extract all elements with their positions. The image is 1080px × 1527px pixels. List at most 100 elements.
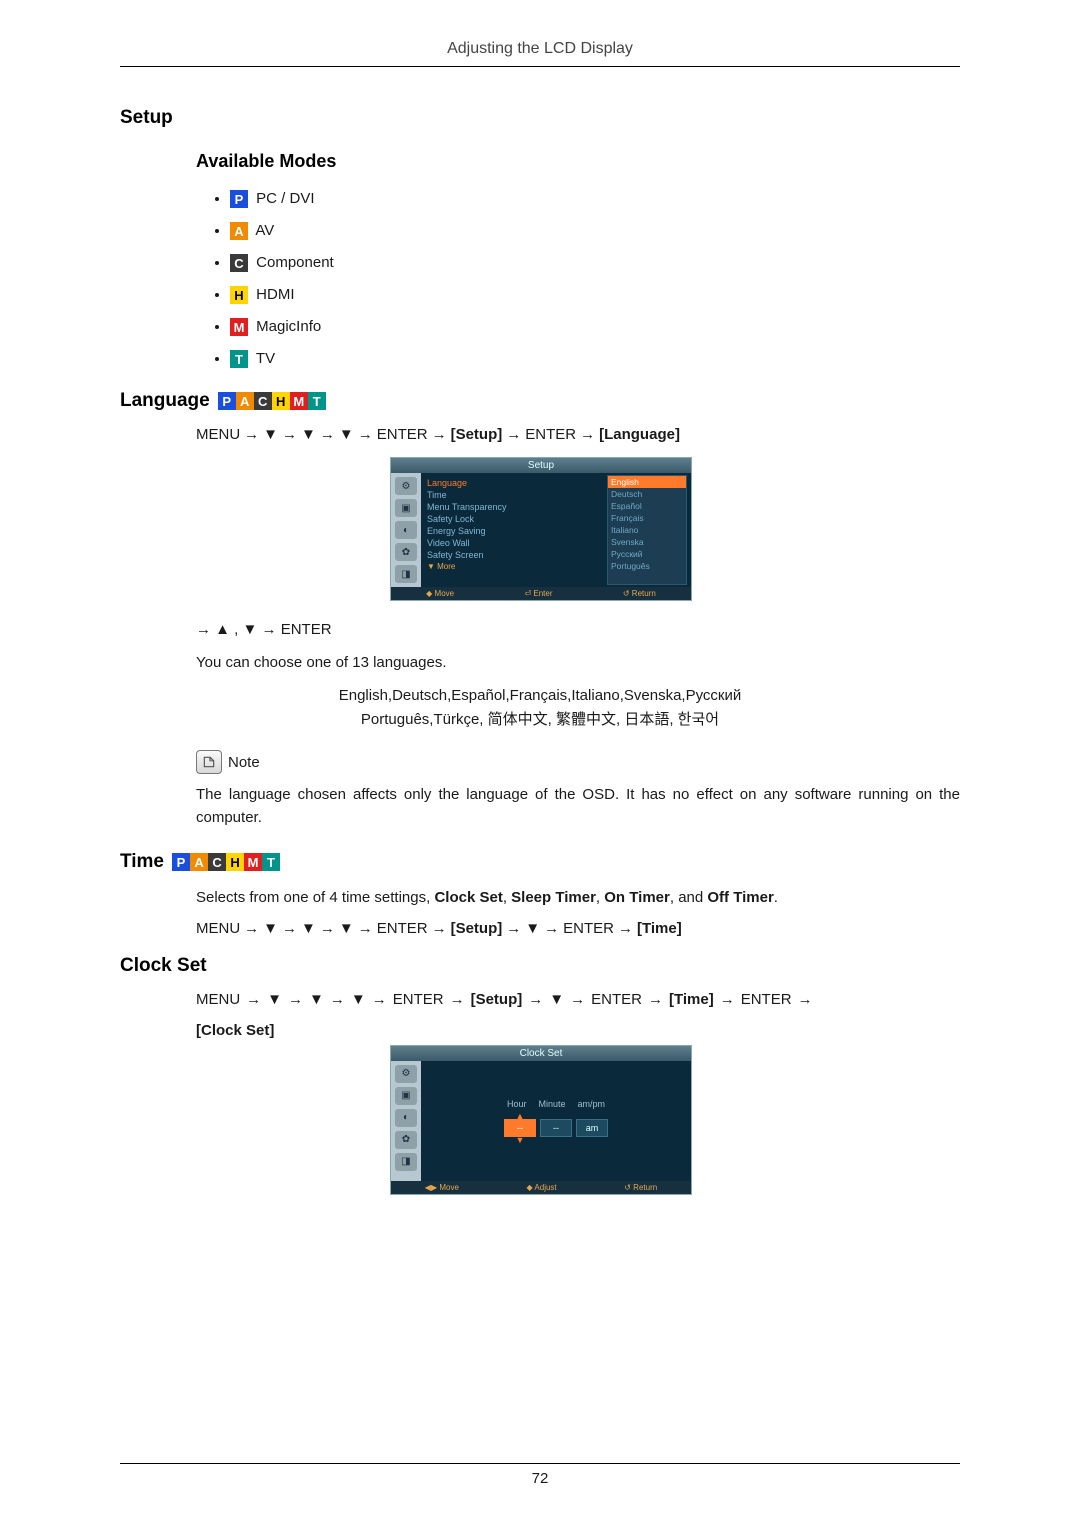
heading-setup: Setup bbox=[120, 107, 960, 129]
heading-language: Language P A C H M T bbox=[120, 390, 960, 412]
osd-lang-item: English bbox=[608, 476, 686, 488]
mode-item-magicinfo: M MagicInfo bbox=[230, 318, 960, 336]
arrow-icon: → bbox=[506, 920, 521, 937]
nav-enter: ENTER bbox=[741, 991, 792, 1008]
page-number: 72 bbox=[120, 1463, 960, 1487]
osd-footer-enter: ⏎ Enter bbox=[524, 589, 552, 598]
tile-t-icon: T bbox=[308, 392, 326, 410]
osd-sidebar-clock-icon: ◐ bbox=[395, 1109, 417, 1127]
arrow-icon: → bbox=[570, 991, 585, 1008]
osd-menu-list: Language Time Menu Transparency Safety L… bbox=[421, 473, 607, 587]
mode-item-tv: T TV bbox=[230, 350, 960, 368]
mode-item-component: C Component bbox=[230, 254, 960, 272]
heading-time: Time P A C H M T bbox=[120, 851, 960, 873]
arrow-icon: → bbox=[618, 920, 633, 937]
time-opt-offtimer: Off Timer bbox=[707, 889, 773, 906]
note-text: The language chosen affects only the lan… bbox=[196, 784, 960, 829]
mode-label-hdmi: HDMI bbox=[256, 286, 294, 303]
osd-lang-item: Español bbox=[608, 500, 686, 512]
clock-label-ampm: am/pm bbox=[578, 1099, 606, 1109]
nav-language-bracket: [Language] bbox=[599, 426, 680, 443]
tile-p-icon: P bbox=[172, 853, 190, 871]
arrow-icon: → bbox=[544, 920, 559, 937]
arrow-icon: → bbox=[450, 991, 465, 1008]
osd-lang-item: Français bbox=[608, 512, 686, 524]
arrow-icon: → bbox=[432, 920, 447, 937]
heading-time-text: Time bbox=[120, 851, 164, 873]
note-label: Note bbox=[228, 754, 260, 771]
osd-sidebar: ⚙ ▣ ◐ ✿ ◨ bbox=[391, 1061, 421, 1181]
mode-label-magicinfo: MagicInfo bbox=[256, 318, 321, 335]
osd-footer-return: ↺ Return bbox=[623, 589, 656, 598]
tile-h-icon: H bbox=[226, 853, 244, 871]
arrow-icon: → bbox=[320, 426, 335, 443]
osd-lang-item: Svenska bbox=[608, 536, 686, 548]
nav-line-time: MENU → ▼ → ▼ → ▼ → ENTER → [Setup] → ▼ →… bbox=[196, 920, 960, 937]
osd-menu-item: Language bbox=[425, 477, 603, 489]
osd-sidebar-gear-icon: ✿ bbox=[395, 1131, 417, 1149]
arrow-icon: → bbox=[282, 426, 297, 443]
time-opt-clockset: Clock Set bbox=[434, 889, 502, 906]
arrow-icon: → bbox=[320, 920, 335, 937]
nav-enter: ENTER bbox=[377, 426, 428, 443]
mode-tile-p-icon: P bbox=[230, 190, 248, 208]
nav-clockset-bracket: [Clock Set] bbox=[196, 1022, 274, 1039]
down-icon: ▼ bbox=[339, 920, 354, 937]
osd-language-list: English Deutsch Español Français Italian… bbox=[607, 475, 687, 585]
sep: , bbox=[596, 889, 604, 906]
time-desc: Selects from one of 4 time settings, Clo… bbox=[196, 887, 960, 910]
down-icon: ▼ bbox=[263, 426, 278, 443]
osd-menu-item: Safety Lock bbox=[425, 513, 603, 525]
osd-titlebar: Setup bbox=[391, 458, 691, 473]
mode-tile-c-icon: C bbox=[230, 254, 248, 272]
arrow-icon: → bbox=[244, 426, 259, 443]
nav-setup-bracket: [Setup] bbox=[471, 991, 523, 1008]
note-icon bbox=[196, 750, 222, 774]
osd-sidebar-picture-icon: ▣ bbox=[395, 499, 417, 517]
down-icon: ▼ bbox=[263, 920, 278, 937]
osd-lang-item: Deutsch bbox=[608, 488, 686, 500]
osd-lang-item: Português bbox=[608, 560, 686, 572]
osd-sidebar-tool-icon: ⚙ bbox=[395, 1065, 417, 1083]
osd-footer-return: ↺ Return bbox=[624, 1183, 657, 1192]
mode-tile-a-icon: A bbox=[230, 222, 248, 240]
down-icon: ▼ bbox=[549, 991, 564, 1008]
down-arrow-icon: ▼ bbox=[516, 1137, 525, 1143]
arrow-icon: → bbox=[720, 991, 735, 1008]
mode-item-hdmi: H HDMI bbox=[230, 286, 960, 304]
language-desc: You can choose one of 13 languages. bbox=[196, 652, 960, 675]
language-list-line2: Português,Türkçe, 简体中文, 繁體中文, 日本語, 한국어 bbox=[361, 711, 719, 728]
tile-m-icon: M bbox=[290, 392, 308, 410]
arrow-icon: → bbox=[372, 991, 387, 1008]
osd-sidebar-clock-icon: ◐ bbox=[395, 521, 417, 539]
osd-setup-screenshot: Setup ⚙ ▣ ◐ ✿ ◨ Language Time Menu Trans… bbox=[390, 457, 692, 601]
clock-label-hour: Hour bbox=[507, 1099, 527, 1109]
tile-c-icon: C bbox=[254, 392, 272, 410]
down-icon: ▼ bbox=[525, 920, 540, 937]
heading-language-text: Language bbox=[120, 390, 210, 412]
mode-tiles-time: P A C H M T bbox=[172, 853, 280, 871]
end: . bbox=[774, 889, 778, 906]
arrow-icon: → bbox=[506, 426, 521, 443]
language-list: English,Deutsch,Español,Français,Italian… bbox=[120, 684, 960, 732]
osd-sidebar-tool-icon: ⚙ bbox=[395, 477, 417, 495]
down-icon: ▼ bbox=[267, 991, 282, 1008]
nav-enter: ENTER bbox=[377, 920, 428, 937]
osd-footer: ◆ Move ⏎ Enter ↺ Return bbox=[391, 587, 691, 600]
osd-lang-item: Italiano bbox=[608, 524, 686, 536]
arrow-icon: → bbox=[358, 426, 373, 443]
heading-clockset: Clock Set bbox=[120, 955, 960, 977]
clock-field-minute: -- bbox=[540, 1119, 572, 1137]
osd-menu-item: Time bbox=[425, 489, 603, 501]
heading-available-modes: Available Modes bbox=[196, 151, 960, 172]
nav-clockset-trail: [Clock Set] bbox=[196, 1022, 960, 1039]
nav-menu: MENU bbox=[196, 426, 240, 443]
down-icon: ▼ bbox=[301, 426, 316, 443]
nav-menu: MENU bbox=[196, 991, 240, 1008]
nav-post-language: → ▲ , ▼ → ENTER bbox=[196, 619, 960, 642]
tile-m-icon: M bbox=[244, 853, 262, 871]
mode-item-pc: P PC / DVI bbox=[230, 190, 960, 208]
arrow-icon: → bbox=[580, 426, 595, 443]
osd-footer-move: ◆ Move bbox=[426, 589, 454, 598]
mode-label-component: Component bbox=[256, 254, 334, 271]
